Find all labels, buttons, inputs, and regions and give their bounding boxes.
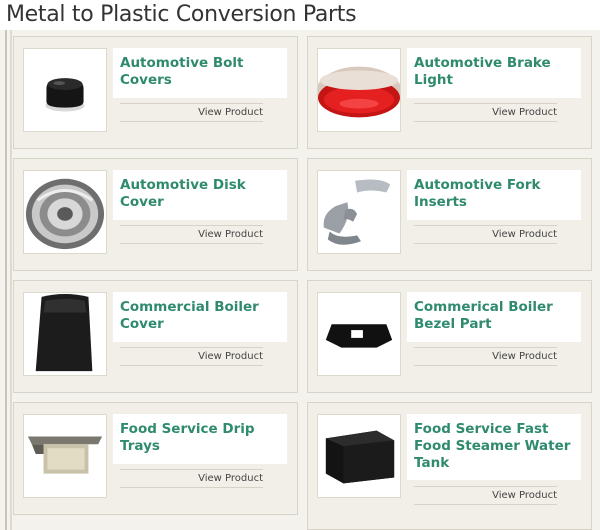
page-title: Metal to Plastic Conversion Parts bbox=[6, 2, 357, 27]
divider bbox=[120, 225, 263, 226]
divider bbox=[414, 504, 557, 505]
product-card: Commercial Boiler Cover View Product bbox=[13, 280, 298, 393]
left-rail-inner bbox=[10, 30, 12, 530]
drip-tray-image[interactable] bbox=[23, 414, 107, 498]
product-title-box: Automotive Disk Cover bbox=[113, 170, 287, 220]
divider bbox=[120, 365, 263, 366]
divider bbox=[120, 347, 263, 348]
bolt-cover-image[interactable] bbox=[23, 48, 107, 132]
product-card: Automotive Brake Light View Product bbox=[307, 36, 592, 149]
product-title-box: Commerical Boiler Bezel Part bbox=[407, 292, 581, 342]
product-grid: Automotive Bolt Covers View Product Auto… bbox=[0, 30, 600, 530]
view-product-link[interactable]: View Product bbox=[414, 490, 557, 502]
drip-tray-icon bbox=[24, 415, 106, 497]
steamer-tank-icon bbox=[318, 415, 400, 497]
divider bbox=[414, 243, 557, 244]
fork-inserts-image[interactable] bbox=[317, 170, 401, 254]
product-title-link[interactable]: Automotive Fork Inserts bbox=[414, 177, 576, 211]
product-title-box: Automotive Fork Inserts bbox=[407, 170, 581, 220]
product-title-box: Commercial Boiler Cover bbox=[113, 292, 287, 342]
divider bbox=[414, 365, 557, 366]
view-product-link[interactable]: View Product bbox=[120, 351, 263, 363]
product-card: Food Service Fast Food Steamer Water Tan… bbox=[307, 402, 592, 530]
product-card: Automotive Disk Cover View Product bbox=[13, 158, 298, 271]
boiler-bezel-icon bbox=[318, 293, 400, 375]
divider bbox=[414, 347, 557, 348]
left-rail bbox=[5, 30, 7, 530]
product-title-link[interactable]: Commercial Boiler Cover bbox=[120, 299, 282, 333]
view-product-link[interactable]: View Product bbox=[414, 229, 557, 241]
divider bbox=[414, 121, 557, 122]
divider bbox=[120, 121, 263, 122]
divider bbox=[120, 487, 263, 488]
product-title-link[interactable]: Automotive Bolt Covers bbox=[120, 55, 282, 89]
product-card: Commerical Boiler Bezel Part View Produc… bbox=[307, 280, 592, 393]
product-title-box: Food Service Fast Food Steamer Water Tan… bbox=[407, 414, 581, 480]
divider bbox=[120, 243, 263, 244]
boiler-cover-icon bbox=[24, 293, 106, 375]
product-title-link[interactable]: Automotive Disk Cover bbox=[120, 177, 282, 211]
product-card: Automotive Bolt Covers View Product bbox=[13, 36, 298, 149]
divider bbox=[414, 103, 557, 104]
bolt-cover-icon bbox=[24, 49, 106, 131]
view-product-link[interactable]: View Product bbox=[120, 107, 263, 119]
view-product-link[interactable]: View Product bbox=[120, 229, 263, 241]
disk-cover-image[interactable] bbox=[23, 170, 107, 254]
fork-inserts-icon bbox=[318, 171, 400, 253]
product-title-box: Food Service Drip Trays bbox=[113, 414, 287, 464]
product-card: Automotive Fork Inserts View Product bbox=[307, 158, 592, 271]
disk-cover-icon bbox=[24, 171, 106, 253]
view-product-link[interactable]: View Product bbox=[414, 351, 557, 363]
product-title-box: Automotive Brake Light bbox=[407, 48, 581, 98]
divider bbox=[414, 225, 557, 226]
divider bbox=[120, 469, 263, 470]
steamer-tank-image[interactable] bbox=[317, 414, 401, 498]
boiler-bezel-image[interactable] bbox=[317, 292, 401, 376]
product-title-link[interactable]: Food Service Drip Trays bbox=[120, 421, 282, 455]
boiler-cover-image[interactable] bbox=[23, 292, 107, 376]
product-title-link[interactable]: Automotive Brake Light bbox=[414, 55, 576, 89]
product-title-link[interactable]: Commerical Boiler Bezel Part bbox=[414, 299, 576, 333]
divider bbox=[414, 486, 557, 487]
product-title-link[interactable]: Food Service Fast Food Steamer Water Tan… bbox=[414, 421, 576, 472]
product-title-box: Automotive Bolt Covers bbox=[113, 48, 287, 98]
view-product-link[interactable]: View Product bbox=[120, 473, 263, 485]
view-product-link[interactable]: View Product bbox=[414, 107, 557, 119]
divider bbox=[120, 103, 263, 104]
product-card: Food Service Drip Trays View Product bbox=[13, 402, 298, 515]
brake-light-icon bbox=[318, 49, 400, 131]
brake-light-image[interactable] bbox=[317, 48, 401, 132]
